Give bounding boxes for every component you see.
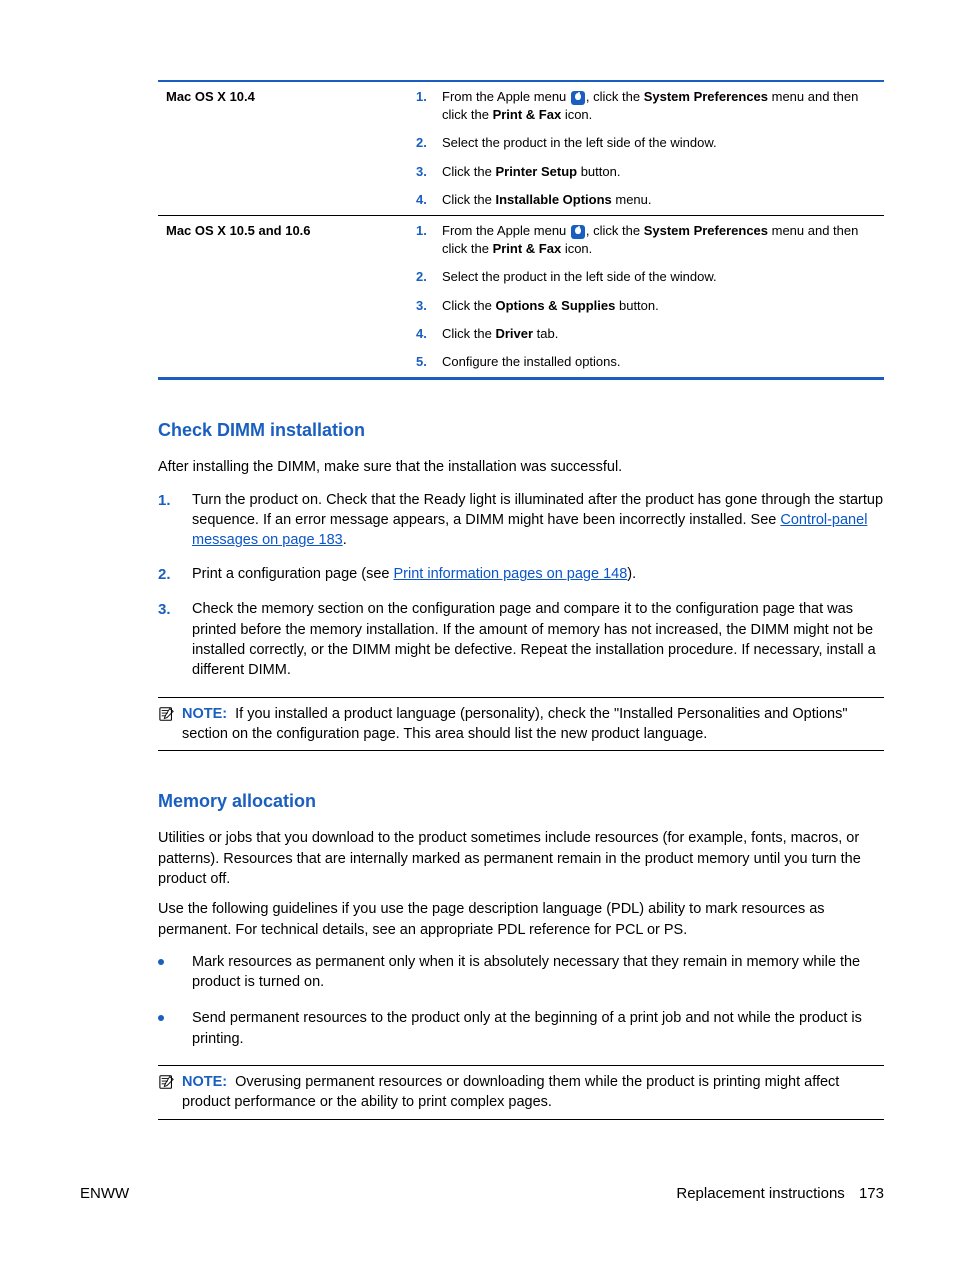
- steps-cell: 1.From the Apple menu , click the System…: [408, 215, 884, 378]
- page-footer: ENWW Replacement instructions 173: [80, 1183, 884, 1204]
- step-number: 5.: [416, 353, 442, 371]
- mem-p2: Use the following guidelines if you use …: [158, 899, 884, 940]
- note-label: NOTE:: [182, 706, 227, 722]
- list-item: 2.Print a configuration page (see Print …: [158, 564, 884, 585]
- table-row: Mac OS X 10.41.From the Apple menu , cli…: [158, 81, 884, 215]
- os-version-cell: Mac OS X 10.4: [158, 81, 408, 215]
- list-item: Mark resources as permanent only when it…: [158, 952, 884, 993]
- mem-p1: Utilities or jobs that you download to t…: [158, 828, 884, 889]
- cross-reference-link[interactable]: Control-panel messages on page 183: [192, 512, 867, 548]
- step-item: 1.From the Apple menu , click the System…: [416, 222, 876, 258]
- step-number: 2.: [416, 134, 442, 152]
- step-text: Click the Printer Setup button.: [442, 163, 876, 181]
- bold-text: System Preferences: [644, 223, 768, 238]
- list-item: Send permanent resources to the product …: [158, 1008, 884, 1049]
- step-text: Print a configuration page (see Print in…: [192, 564, 884, 585]
- note-body: If you installed a product language (per…: [182, 706, 848, 742]
- page-number: 173: [859, 1185, 884, 1202]
- macos-config-table: Mac OS X 10.41.From the Apple menu , cli…: [158, 80, 884, 380]
- steps-list: 1.From the Apple menu , click the System…: [416, 88, 876, 209]
- note-icon: [158, 1074, 176, 1090]
- dimm-intro-text: After installing the DIMM, make sure tha…: [158, 457, 884, 477]
- dimm-steps-list: 1.Turn the product on. Check that the Re…: [158, 490, 884, 681]
- step-text: Turn the product on. Check that the Read…: [192, 490, 884, 551]
- step-number: 1.: [158, 490, 192, 551]
- step-number: 3.: [416, 297, 442, 315]
- step-text: Select the product in the left side of t…: [442, 134, 876, 152]
- bullet-text: Mark resources as permanent only when it…: [192, 952, 884, 993]
- bold-text: Options & Supplies: [495, 298, 615, 313]
- bold-text: Print & Fax: [493, 241, 562, 256]
- bold-text: Driver: [495, 326, 533, 341]
- note-memory-text: NOTE:Overusing permanent resources or do…: [182, 1072, 884, 1113]
- note-label: NOTE:: [182, 1074, 227, 1090]
- step-number: 3.: [158, 599, 192, 680]
- step-item: 3.Click the Printer Setup button.: [416, 163, 876, 181]
- main-content: Mac OS X 10.41.From the Apple menu , cli…: [80, 80, 884, 1120]
- table-row: Mac OS X 10.5 and 10.61.From the Apple m…: [158, 215, 884, 378]
- note-dimm-text: NOTE:If you installed a product language…: [182, 704, 884, 745]
- step-text: Check the memory section on the configur…: [192, 599, 884, 680]
- footer-section-title: Replacement instructions: [676, 1185, 844, 1202]
- bold-text: Installable Options: [495, 192, 611, 207]
- step-text: Click the Driver tab.: [442, 325, 876, 343]
- step-number: 3.: [416, 163, 442, 181]
- footer-left: ENWW: [80, 1183, 129, 1204]
- bullet-text: Send permanent resources to the product …: [192, 1008, 884, 1049]
- footer-right: Replacement instructions 173: [676, 1183, 884, 1204]
- heading-check-dimm: Check DIMM installation: [158, 418, 884, 443]
- heading-memory-allocation: Memory allocation: [158, 789, 884, 814]
- step-item: 5.Configure the installed options.: [416, 353, 876, 371]
- step-number: 1.: [416, 222, 442, 258]
- step-text: Select the product in the left side of t…: [442, 268, 876, 286]
- bold-text: System Preferences: [644, 89, 768, 104]
- step-number: 4.: [416, 325, 442, 343]
- step-item: 2.Select the product in the left side of…: [416, 268, 876, 286]
- step-number: 2.: [416, 268, 442, 286]
- note-body: Overusing permanent resources or downloa…: [182, 1074, 839, 1110]
- step-text: Click the Installable Options menu.: [442, 191, 876, 209]
- note-icon: [158, 706, 176, 722]
- document-page: Mac OS X 10.41.From the Apple menu , cli…: [0, 0, 954, 1270]
- list-item: 3.Check the memory section on the config…: [158, 599, 884, 680]
- os-version-cell: Mac OS X 10.5 and 10.6: [158, 215, 408, 378]
- apple-icon: [571, 225, 585, 239]
- step-number: 4.: [416, 191, 442, 209]
- steps-cell: 1.From the Apple menu , click the System…: [408, 81, 884, 215]
- step-item: 2.Select the product in the left side of…: [416, 134, 876, 152]
- cross-reference-link[interactable]: Print information pages on page 148: [394, 566, 628, 582]
- steps-list: 1.From the Apple menu , click the System…: [416, 222, 876, 371]
- step-number: 2.: [158, 564, 192, 585]
- bold-text: Print & Fax: [493, 107, 562, 122]
- bold-text: Printer Setup: [495, 164, 577, 179]
- apple-icon: [571, 91, 585, 105]
- memory-bullet-list: Mark resources as permanent only when it…: [158, 952, 884, 1049]
- step-text: Click the Options & Supplies button.: [442, 297, 876, 315]
- step-text: From the Apple menu , click the System P…: [442, 88, 876, 124]
- list-item: 1.Turn the product on. Check that the Re…: [158, 490, 884, 551]
- step-item: 1.From the Apple menu , click the System…: [416, 88, 876, 124]
- step-item: 3.Click the Options & Supplies button.: [416, 297, 876, 315]
- step-text: Configure the installed options.: [442, 353, 876, 371]
- step-item: 4.Click the Installable Options menu.: [416, 191, 876, 209]
- note-dimm: NOTE:If you installed a product language…: [158, 697, 884, 752]
- step-text: From the Apple menu , click the System P…: [442, 222, 876, 258]
- step-number: 1.: [416, 88, 442, 124]
- note-memory: NOTE:Overusing permanent resources or do…: [158, 1065, 884, 1120]
- step-item: 4.Click the Driver tab.: [416, 325, 876, 343]
